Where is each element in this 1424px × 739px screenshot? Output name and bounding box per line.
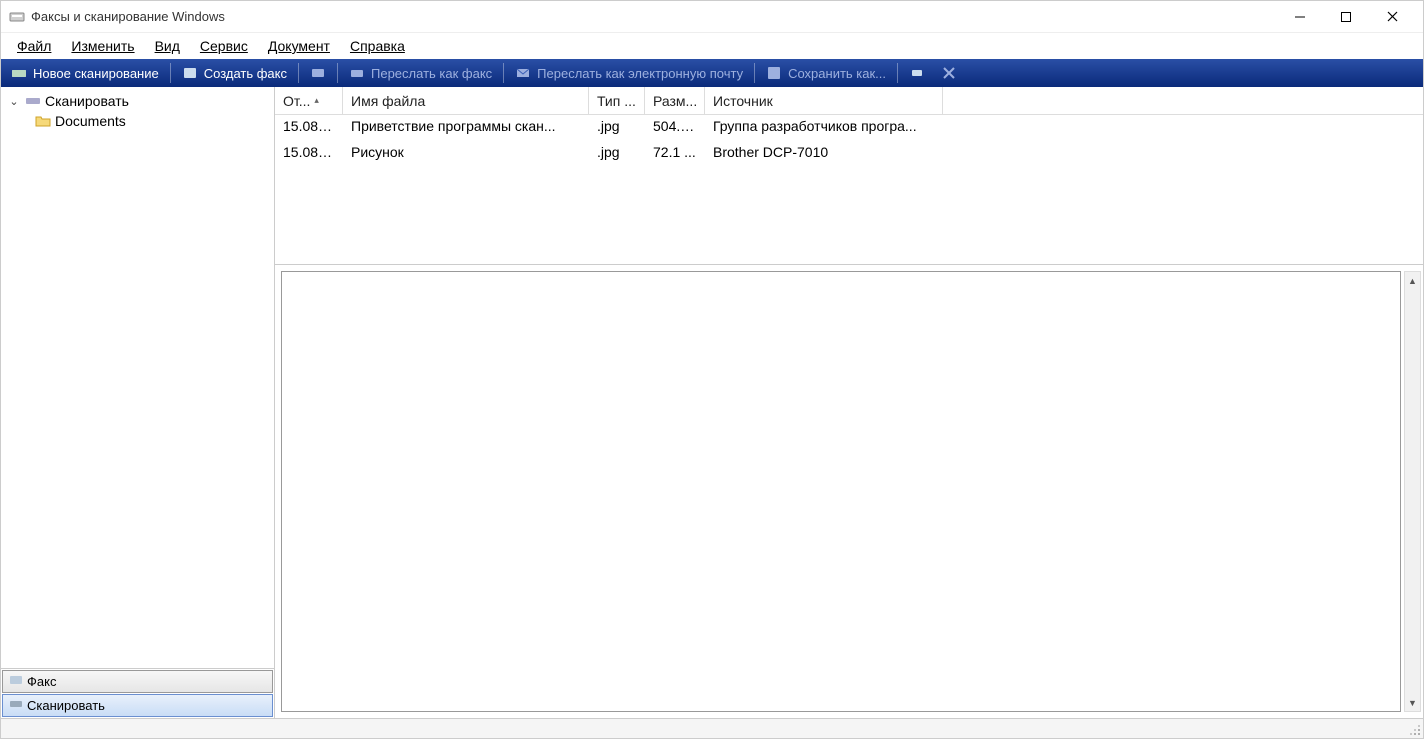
scanner-icon	[25, 93, 41, 109]
menubar: Файл Изменить Вид Сервис Документ Справк…	[1, 33, 1423, 59]
window-controls	[1277, 1, 1415, 33]
fax-icon	[9, 674, 23, 689]
vertical-scrollbar[interactable]: ▲ ▼	[1404, 271, 1421, 712]
column-header-name[interactable]: Имя файла	[343, 87, 589, 115]
toolbar-forward-fax[interactable]: Переслать как факс	[341, 62, 500, 84]
cell-date: 15.08.2...	[275, 141, 343, 167]
list-header: От...▴ Имя файла Тип ... Разм... Источни…	[275, 87, 1423, 115]
toolbar-separator	[754, 63, 755, 83]
toolbar-separator	[170, 63, 171, 83]
toolbar-new-scan-label: Новое сканирование	[33, 66, 159, 81]
menu-document[interactable]: Документ	[258, 35, 340, 57]
cell-size: 504.3...	[645, 115, 705, 141]
toolbar-forward-email[interactable]: Переслать как электронную почту	[507, 62, 751, 84]
printer-icon	[349, 65, 365, 81]
list-row[interactable]: 15.08.2... Приветствие программы скан...…	[275, 115, 1423, 141]
toolbar-new-scan[interactable]: Новое сканирование	[3, 62, 167, 84]
tree-node-label: Documents	[55, 113, 126, 129]
cell-date: 15.08.2...	[275, 115, 343, 141]
column-header-size[interactable]: Разм...	[645, 87, 705, 115]
toolbar-separator	[897, 63, 898, 83]
close-button[interactable]	[1369, 1, 1415, 33]
menu-help[interactable]: Справка	[340, 35, 415, 57]
column-header-source[interactable]: Источник	[705, 87, 943, 115]
reply-icon	[310, 65, 326, 81]
scroll-up-icon[interactable]: ▲	[1405, 272, 1420, 289]
print-icon	[909, 65, 925, 81]
sort-asc-icon: ▴	[314, 95, 319, 106]
column-header-spacer	[943, 87, 1423, 115]
maximize-button[interactable]	[1323, 1, 1369, 33]
toolbar-reply-button[interactable]	[302, 62, 334, 84]
mail-icon	[515, 65, 531, 81]
tree-node-scan-root[interactable]: ⌄ Сканировать	[1, 91, 274, 111]
chevron-down-icon[interactable]: ⌄	[7, 95, 21, 108]
cell-size: 72.1 ...	[645, 141, 705, 167]
tree-node-label: Сканировать	[45, 93, 129, 109]
sidebar-tab-label: Сканировать	[27, 698, 105, 713]
statusbar	[1, 718, 1423, 738]
toolbar-print-button[interactable]	[901, 62, 933, 84]
cell-name: Рисунок	[343, 141, 589, 167]
toolbar-save-as-label: Сохранить как...	[788, 66, 886, 81]
scroll-track[interactable]	[1405, 289, 1420, 694]
folder-icon	[35, 113, 51, 129]
list-body: 15.08.2... Приветствие программы скан...…	[275, 115, 1423, 264]
toolbar-save-as[interactable]: Сохранить как...	[758, 62, 894, 84]
cell-source: Группа разработчиков програ...	[705, 115, 943, 141]
titlebar: Факсы и сканирование Windows	[1, 1, 1423, 33]
delete-icon	[941, 65, 957, 81]
scroll-down-icon[interactable]: ▼	[1405, 694, 1420, 711]
toolbar-delete-button[interactable]	[933, 62, 965, 84]
cell-name: Приветствие программы скан...	[343, 115, 589, 141]
toolbar: Новое сканирование Создать факс Переслат…	[1, 59, 1423, 87]
toolbar-forward-fax-label: Переслать как факс	[371, 66, 492, 81]
main-pane: От...▴ Имя файла Тип ... Разм... Источни…	[275, 87, 1423, 718]
scanner-icon	[9, 698, 23, 713]
cell-type: .jpg	[589, 141, 645, 167]
toolbar-separator	[503, 63, 504, 83]
toolbar-separator	[298, 63, 299, 83]
cell-type: .jpg	[589, 115, 645, 141]
cell-source: Brother DCP-7010	[705, 141, 943, 167]
content-area: ⌄ Сканировать Documents Факс Сканировать	[1, 87, 1423, 718]
menu-view[interactable]: Вид	[145, 35, 190, 57]
toolbar-separator	[337, 63, 338, 83]
list-row[interactable]: 15.08.2... Рисунок .jpg 72.1 ... Brother…	[275, 141, 1423, 167]
toolbar-new-fax[interactable]: Создать факс	[174, 62, 295, 84]
menu-edit[interactable]: Изменить	[61, 35, 144, 57]
resize-grip-icon[interactable]	[1405, 719, 1423, 738]
sidebar-tab-label: Факс	[27, 674, 56, 689]
toolbar-new-fax-label: Создать факс	[204, 66, 287, 81]
sidebar-tab-scan[interactable]: Сканировать	[2, 694, 273, 717]
sidebar-tab-fax[interactable]: Факс	[2, 670, 273, 693]
app-icon	[9, 9, 25, 25]
scanner-icon	[11, 65, 27, 81]
tree-node-documents[interactable]: Documents	[1, 111, 274, 131]
window-title: Факсы и сканирование Windows	[31, 9, 225, 24]
column-header-type[interactable]: Тип ...	[589, 87, 645, 115]
preview-pane: ▲ ▼	[275, 265, 1423, 718]
preview-canvas	[281, 271, 1401, 712]
file-list: От...▴ Имя файла Тип ... Разм... Источни…	[275, 87, 1423, 265]
sidebar: ⌄ Сканировать Documents Факс Сканировать	[1, 87, 275, 718]
folder-tree: ⌄ Сканировать Documents	[1, 87, 274, 668]
menu-tools[interactable]: Сервис	[190, 35, 258, 57]
save-icon	[766, 65, 782, 81]
minimize-button[interactable]	[1277, 1, 1323, 33]
fax-icon	[182, 65, 198, 81]
toolbar-forward-email-label: Переслать как электронную почту	[537, 66, 743, 81]
sidebar-tabs: Факс Сканировать	[1, 668, 274, 718]
column-header-date[interactable]: От...▴	[275, 87, 343, 115]
menu-file[interactable]: Файл	[7, 35, 61, 57]
